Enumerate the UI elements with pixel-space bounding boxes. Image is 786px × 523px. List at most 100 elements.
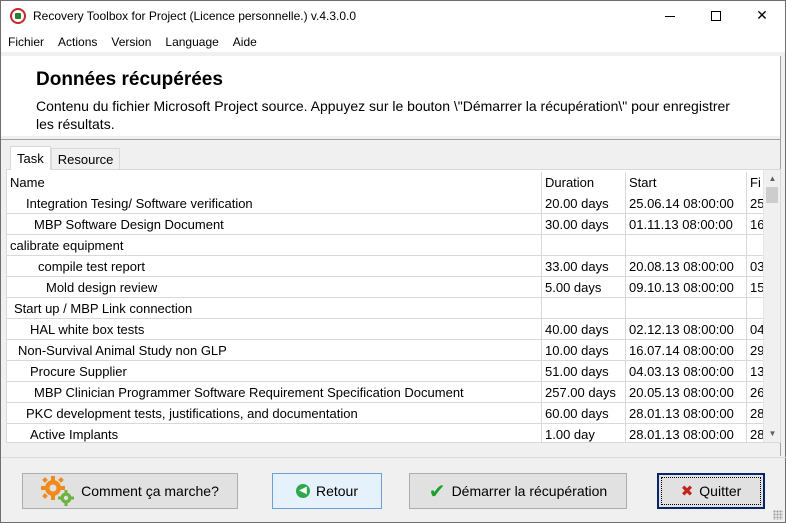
cell-name: HAL white box tests xyxy=(7,319,542,340)
cell-duration: 5.00 days xyxy=(542,277,626,298)
cell-name: Start up / MBP Link connection xyxy=(7,298,542,319)
table-row[interactable]: MBP Software Design Document 30.00 days 01… xyxy=(7,214,764,235)
table-row[interactable]: PKC development tests, justifications, a… xyxy=(7,403,764,424)
scroll-down-icon[interactable]: ▼ xyxy=(764,425,780,442)
back-arrow-icon: ◀ xyxy=(295,484,310,498)
maximize-button[interactable] xyxy=(693,1,739,31)
minimize-icon xyxy=(665,15,675,17)
cell-duration: 10.00 days xyxy=(542,340,626,361)
minimize-button[interactable] xyxy=(647,1,693,31)
cell-finish xyxy=(747,235,764,256)
table-row[interactable]: Mold design review 5.00 days 09.10.13 08:0… xyxy=(7,277,764,298)
window-controls: ✕ xyxy=(647,1,785,31)
cell-finish: 03 xyxy=(747,256,764,277)
table-row[interactable]: calibrate equipment xyxy=(7,235,764,256)
cell-finish: 29 xyxy=(747,340,764,361)
title-bar[interactable]: Recovery Toolbox for Project (Licence pe… xyxy=(1,1,785,31)
column-header-name[interactable]: Name xyxy=(7,172,542,193)
main-window: Recovery Toolbox for Project (Licence pe… xyxy=(0,0,786,523)
grid-header-row: Name Duration Start Fi xyxy=(7,172,764,193)
cell-finish: 13 xyxy=(747,361,764,382)
cell-start: 28.01.13 08:00:00 xyxy=(626,424,747,442)
cell-finish: 28 xyxy=(747,403,764,424)
cell-start: 09.10.13 08:00:00 xyxy=(626,277,747,298)
cell-start: 28.01.13 08:00:00 xyxy=(626,403,747,424)
cell-duration: 60.00 days xyxy=(542,403,626,424)
cell-start: 20.08.13 08:00:00 xyxy=(626,256,747,277)
cell-name: Integration Tesing/ Software verificatio… xyxy=(7,193,542,214)
table-row[interactable]: Active Implants 1.00 day 28.01.13 08:00:00… xyxy=(7,424,764,442)
quit-button[interactable]: ✖ Quitter xyxy=(657,473,765,509)
how-it-works-button[interactable]: Comment ça marche? xyxy=(22,473,238,509)
cell-duration xyxy=(542,235,626,256)
table-row[interactable]: Procure Supplier 51.00 days 04.03.13 08:00… xyxy=(7,361,764,382)
checkmark-icon: ✔ xyxy=(428,479,446,503)
cell-start: 25.06.14 08:00:00 xyxy=(626,193,747,214)
task-grid[interactable]: Name Duration Start Fi Integration Tesin… xyxy=(6,169,781,443)
cell-start xyxy=(626,235,747,256)
scroll-up-icon[interactable]: ▲ xyxy=(764,170,780,187)
cell-name: compile test report xyxy=(7,256,542,277)
cell-name: MBP Software Design Document xyxy=(7,214,542,235)
menu-aide[interactable]: Aide xyxy=(226,35,264,49)
cell-name: Procure Supplier xyxy=(7,361,542,382)
scroll-thumb[interactable] xyxy=(766,187,778,203)
tab-resource[interactable]: Resource xyxy=(50,148,121,170)
cell-duration xyxy=(542,298,626,319)
gears-icon xyxy=(41,476,75,506)
cell-finish: 28 xyxy=(747,424,764,442)
cell-name: MBP Clinician Programmer Software Requir… xyxy=(7,382,542,403)
column-header-duration[interactable]: Duration xyxy=(542,172,626,193)
cell-duration: 30.00 days xyxy=(542,214,626,235)
cell-name: Non-Survival Animal Study non GLP xyxy=(7,340,542,361)
start-recovery-label: Démarrer la récupération xyxy=(451,483,608,499)
task-grid-body: Name Duration Start Fi Integration Tesin… xyxy=(7,170,764,442)
table-row[interactable]: HAL white box tests 40.00 days 02.12.13 08… xyxy=(7,319,764,340)
cell-finish: 26 xyxy=(747,382,764,403)
cell-finish: 15 xyxy=(747,277,764,298)
cell-duration: 257.00 days xyxy=(542,382,626,403)
window-title: Recovery Toolbox for Project (Licence pe… xyxy=(33,9,357,23)
resize-grip[interactable] xyxy=(773,510,783,520)
tab-task[interactable]: Task xyxy=(10,146,51,170)
page-title: Données récupérées xyxy=(36,69,223,90)
back-label: Retour xyxy=(315,483,359,499)
start-recovery-button[interactable]: ✔ Démarrer la récupération xyxy=(409,473,627,509)
table-row[interactable]: MBP Clinician Programmer Software Requir… xyxy=(7,382,764,403)
cell-start: 01.11.13 08:00:00 xyxy=(626,214,747,235)
cell-start: 02.12.13 08:00:00 xyxy=(626,319,747,340)
menu-version[interactable]: Version xyxy=(104,35,158,49)
menu-language[interactable]: Language xyxy=(158,35,225,49)
cell-start xyxy=(626,298,747,319)
how-it-works-label: Comment ça marche? xyxy=(81,483,219,499)
back-button[interactable]: ◀ Retour xyxy=(272,473,382,509)
table-row[interactable]: Non-Survival Animal Study non GLP 10.00 d… xyxy=(7,340,764,361)
tab-bar: Task Resource xyxy=(10,146,121,170)
footer-divider xyxy=(1,457,786,458)
cell-start: 20.05.13 08:00:00 xyxy=(626,382,747,403)
close-window-button[interactable]: ✕ xyxy=(739,1,785,31)
header-divider xyxy=(1,139,780,140)
page-header: Données récupérées Contenu du fichier Mi… xyxy=(1,56,780,136)
menu-bar: Fichier Actions Version Language Aide xyxy=(1,31,785,52)
cell-finish: 16 xyxy=(747,214,764,235)
column-header-finish[interactable]: Fi xyxy=(747,172,764,193)
column-header-start[interactable]: Start xyxy=(626,172,747,193)
menu-actions[interactable]: Actions xyxy=(51,35,104,49)
menu-fichier[interactable]: Fichier xyxy=(1,35,51,49)
cell-name: calibrate equipment xyxy=(7,235,542,256)
cell-name: Mold design review xyxy=(7,277,542,298)
cell-name: PKC development tests, justifications, a… xyxy=(7,403,542,424)
cell-duration: 20.00 days xyxy=(542,193,626,214)
x-icon: ✖ xyxy=(680,482,694,500)
maximize-icon xyxy=(711,11,721,21)
cell-finish xyxy=(747,298,764,319)
vertical-scrollbar[interactable]: ▲ ▼ xyxy=(763,170,780,442)
close-icon: ✕ xyxy=(756,8,768,24)
cell-finish: 25 xyxy=(747,193,764,214)
cell-finish: 04 xyxy=(747,319,764,340)
table-row[interactable]: compile test report 33.00 days 20.08.13 08… xyxy=(7,256,764,277)
table-row[interactable]: Start up / MBP Link connection xyxy=(7,298,764,319)
app-icon xyxy=(10,8,26,24)
table-row[interactable]: Integration Tesing/ Software verificatio… xyxy=(7,193,764,214)
